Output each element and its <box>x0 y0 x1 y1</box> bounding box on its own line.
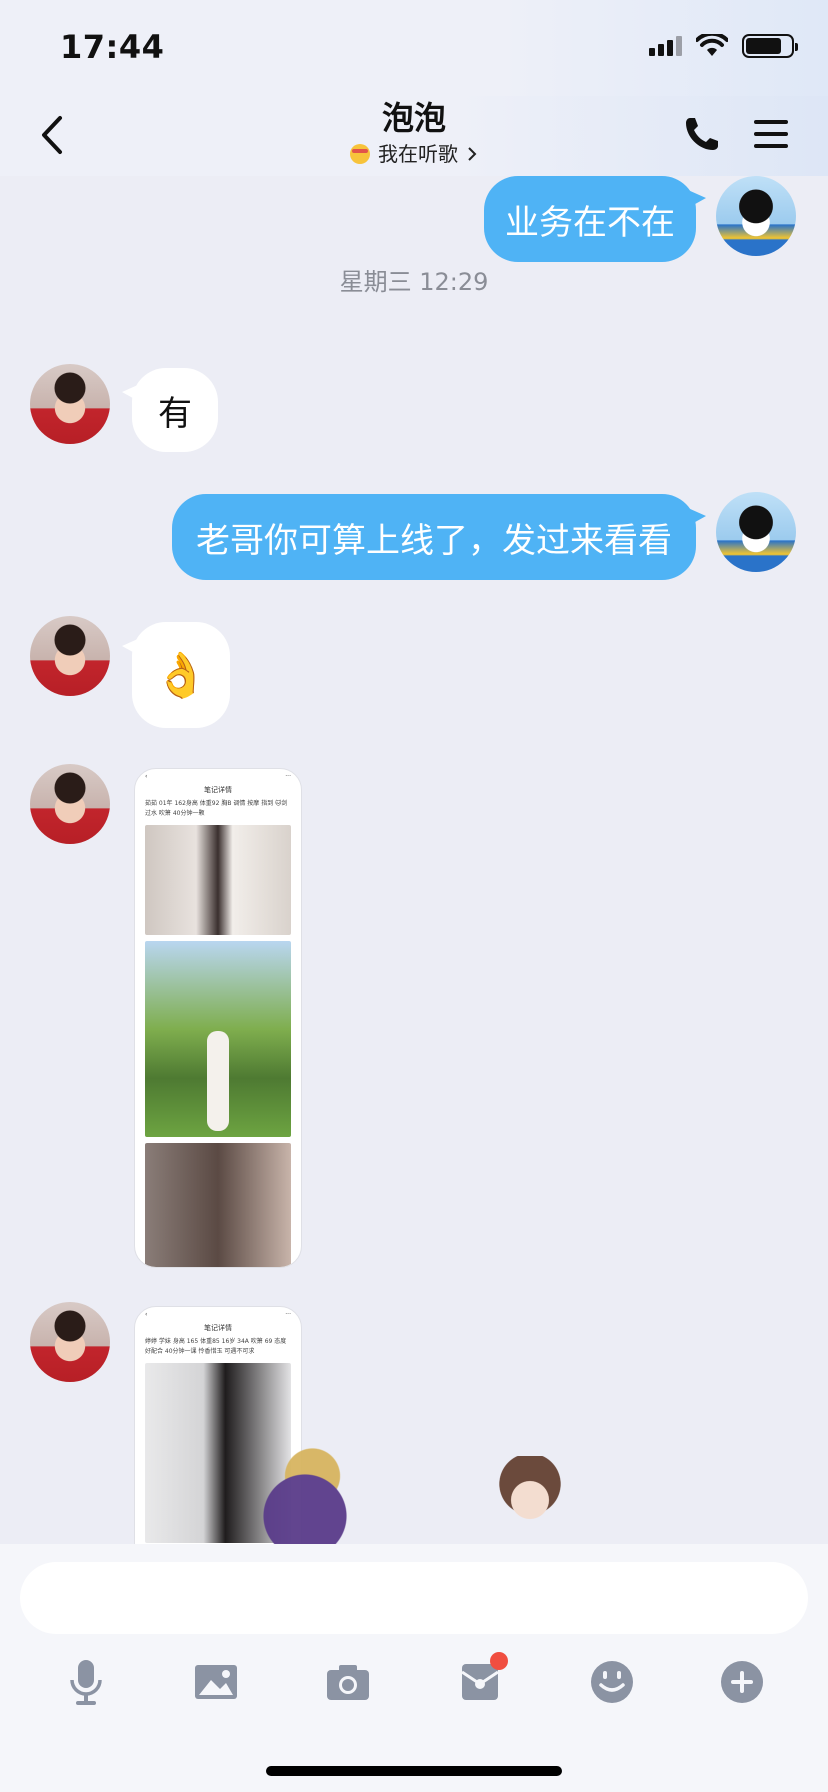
contact-avatar[interactable] <box>30 1302 110 1382</box>
notification-dot <box>490 1652 508 1670</box>
image-icon <box>195 1665 237 1699</box>
anime-boy-sticker <box>480 1456 580 1536</box>
chat-area[interactable]: 业务在不在 星期三 12:29 有 老哥你可算上线了，发过来看看 👌 ‹ ··· … <box>0 176 828 1544</box>
ok-hand-emoji: 👌 <box>153 650 209 701</box>
chevron-right-icon <box>468 147 477 161</box>
incoming-message-bubble[interactable]: 有 <box>122 368 218 452</box>
red-packet-button[interactable] <box>450 1652 510 1712</box>
smiley-icon <box>591 1661 633 1703</box>
screenshot-header: 笔记详情 <box>204 786 232 794</box>
contact-status[interactable]: 我在听歌 <box>350 140 478 168</box>
message-text: 有 <box>158 393 192 434</box>
more-button[interactable] <box>712 1652 772 1712</box>
input-panel <box>0 1544 828 1792</box>
message-text: 业务在不在 <box>505 202 675 243</box>
outgoing-message-bubble[interactable]: 老哥你可算上线了，发过来看看 <box>172 494 706 580</box>
anime-girl-sticker <box>230 1446 380 1544</box>
message-input[interactable] <box>20 1562 808 1634</box>
image-message[interactable]: ‹ ··· 笔记详情 茹茹 01年 162身高 体重92 胸B 调情 按摩 指到 … <box>134 768 302 1268</box>
contact-avatar[interactable] <box>30 764 110 844</box>
my-avatar[interactable] <box>716 176 796 256</box>
wifi-icon <box>696 34 728 56</box>
screenshot-header: 笔记详情 <box>204 1324 232 1332</box>
contact-status-text: 我在听歌 <box>378 142 458 166</box>
status-bar: 17:44 <box>0 0 828 96</box>
photo-thumbnail <box>145 941 291 1137</box>
listening-music-icon <box>350 144 370 164</box>
image-button[interactable] <box>186 1652 246 1712</box>
screenshot-status-row: ‹ ··· <box>145 773 291 780</box>
status-icons <box>649 34 798 58</box>
microphone-icon <box>70 1660 102 1705</box>
chat-header: 泡泡 我在听歌 <box>0 96 828 176</box>
menu-button[interactable] <box>750 114 792 154</box>
phone-call-button[interactable] <box>680 112 724 156</box>
camera-icon <box>327 1665 369 1700</box>
screenshot-status-row: ‹ ··· <box>145 1311 291 1318</box>
contact-avatar[interactable] <box>30 616 110 696</box>
status-time: 17:44 <box>60 28 165 66</box>
home-indicator <box>266 1766 562 1776</box>
message-text: 老哥你可算上线了，发过来看看 <box>196 520 672 561</box>
camera-button[interactable] <box>318 1652 378 1712</box>
outgoing-message-bubble[interactable]: 业务在不在 <box>484 176 706 262</box>
my-avatar[interactable] <box>716 492 796 572</box>
screenshot-caption: 婷婷 学妹 身高 165 体重85 16岁 34A 吹箫 69 态度好配合 40… <box>145 1338 287 1355</box>
photo-thumbnail <box>145 1143 291 1267</box>
battery-icon <box>742 34 798 58</box>
contact-avatar[interactable] <box>30 364 110 444</box>
photo-thumbnail <box>145 825 291 935</box>
emoji-button[interactable] <box>582 1652 642 1712</box>
voice-button[interactable] <box>56 1652 116 1712</box>
signal-icon <box>649 36 682 56</box>
plus-circle-icon <box>721 1661 763 1703</box>
input-toolbar <box>0 1652 828 1732</box>
incoming-emoji-bubble[interactable]: 👌 <box>122 622 230 728</box>
message-timestamp: 星期三 12:29 <box>339 268 489 296</box>
screenshot-caption: 茹茹 01年 162身高 体重92 胸B 调情 按摩 指到 🐱剑 过水 吹箫 4… <box>145 800 288 817</box>
